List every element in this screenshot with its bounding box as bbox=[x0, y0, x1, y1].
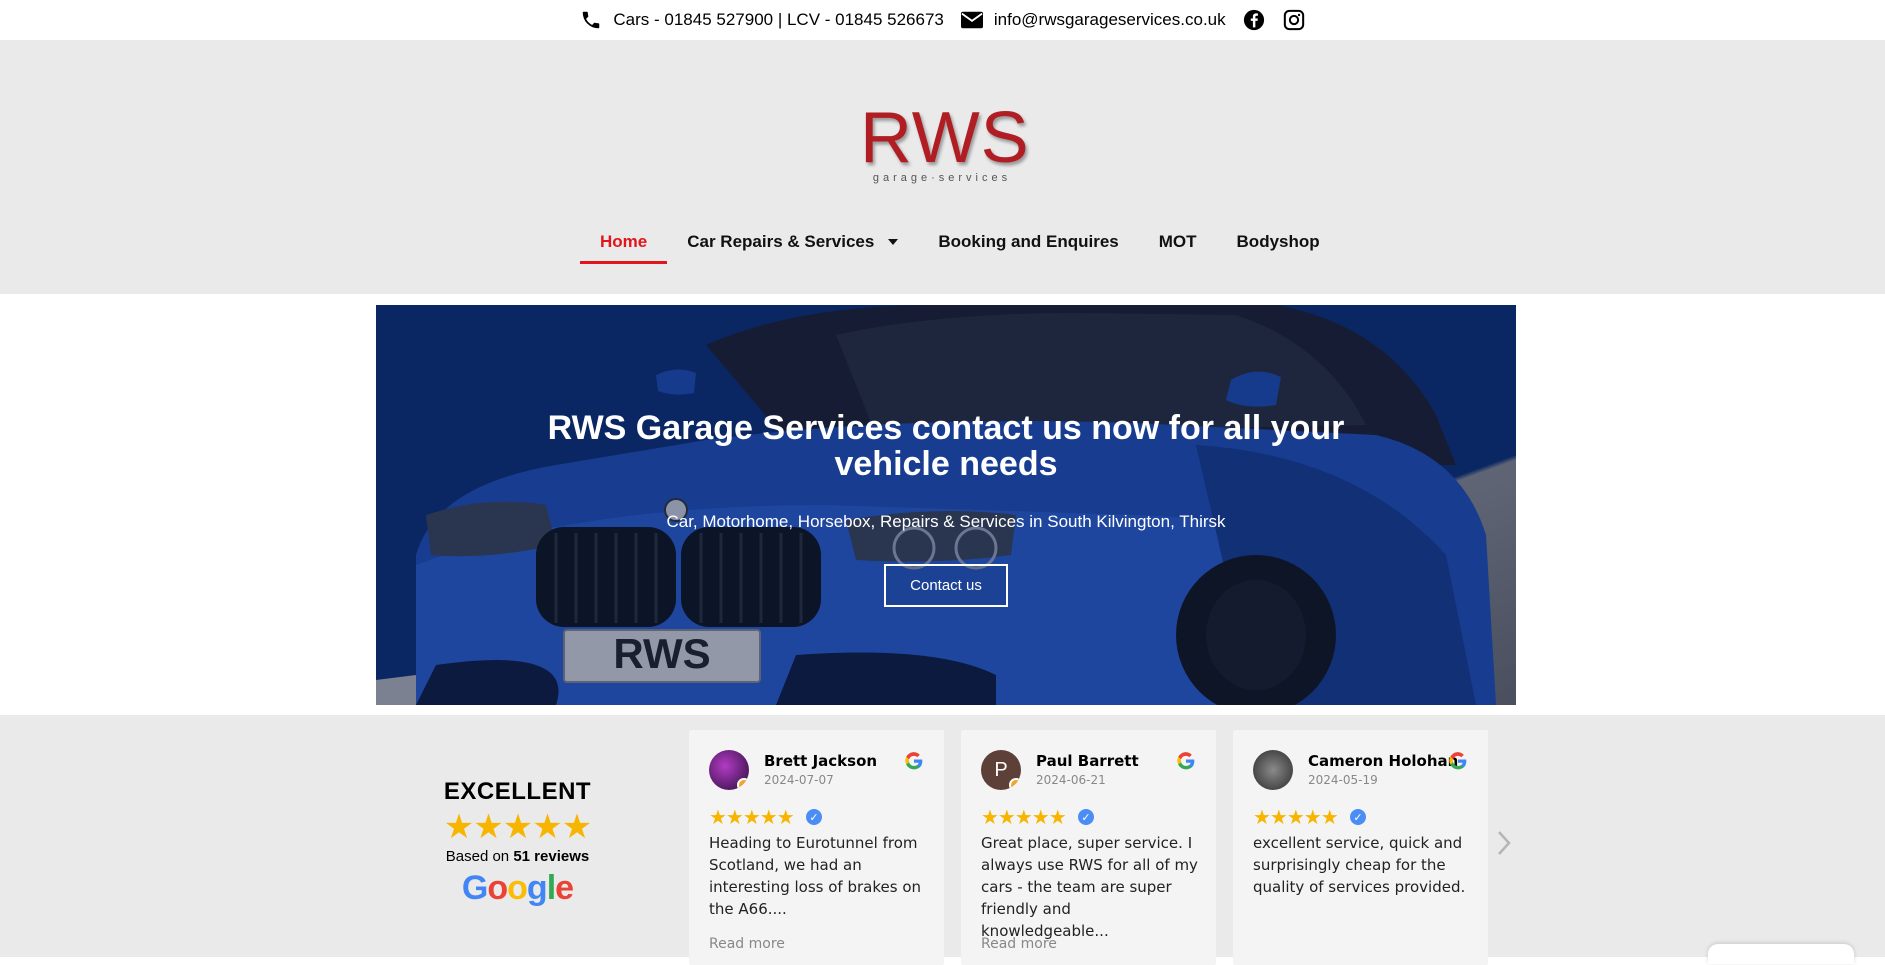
top-contact-bar: Cars - 01845 527900 | LCV - 01845 526673… bbox=[0, 0, 1885, 40]
google-logo: Google bbox=[461, 869, 574, 907]
nav-item-booking[interactable]: Booking and Enquires bbox=[918, 218, 1138, 266]
nav-item-bodyshop[interactable]: Bodyshop bbox=[1217, 218, 1340, 266]
review-stars: ★★★★★ bbox=[981, 807, 1067, 829]
site-logo[interactable]: RWS garage·services bbox=[860, 98, 1030, 186]
main-navigation: Home Car Repairs & Services Booking and … bbox=[580, 218, 1340, 266]
nav-label: Booking and Enquires bbox=[938, 232, 1119, 251]
floating-widget-tab[interactable] bbox=[1708, 944, 1854, 964]
verified-icon: ✓ bbox=[1078, 809, 1094, 825]
review-card: P Paul Barrett 2024-06-21 ★★★★★ ✓ Great … bbox=[961, 730, 1216, 965]
reviews-summary: EXCELLENT ★★★★★ Based on 51 reviews Goog… bbox=[420, 778, 615, 908]
nav-item-home[interactable]: Home bbox=[580, 218, 668, 266]
envelope-icon bbox=[960, 8, 984, 32]
phone-text: Cars - 01845 527900 | LCV - 01845 526673 bbox=[613, 10, 944, 29]
review-count[interactable]: 51 reviews bbox=[513, 848, 589, 865]
review-stars: ★★★★★ bbox=[709, 807, 795, 829]
nav-label: Home bbox=[600, 232, 648, 251]
summary-stars: ★★★★★ bbox=[443, 808, 592, 846]
nav-label: MOT bbox=[1158, 232, 1197, 251]
nav-label: Bodyshop bbox=[1236, 232, 1320, 251]
email-contact[interactable]: info@rwsgarageservices.co.uk bbox=[960, 8, 1226, 32]
phone-icon bbox=[579, 8, 603, 32]
verified-icon: ✓ bbox=[806, 809, 822, 825]
phone-contact[interactable]: Cars - 01845 527900 | LCV - 01845 526673 bbox=[579, 8, 944, 32]
reviewer-badge bbox=[737, 778, 749, 790]
avatar: P bbox=[981, 750, 1021, 790]
based-on-prefix: Based on bbox=[445, 848, 510, 865]
facebook-icon[interactable] bbox=[1242, 8, 1266, 32]
review-text: Great place, super service. I always use… bbox=[981, 834, 1198, 940]
reviewer-name: Brett Jackson bbox=[764, 752, 878, 770]
logo-mark: RWS bbox=[860, 98, 1030, 178]
review-date: 2024-06-21 bbox=[1036, 773, 1106, 787]
review-date: 2024-07-07 bbox=[764, 773, 834, 787]
hero-banner: RWS RWS Garage Services contact us now f… bbox=[376, 305, 1516, 705]
hero-title: RWS Garage Services contact us now for a… bbox=[547, 409, 1345, 483]
review-date: 2024-05-19 bbox=[1308, 773, 1378, 787]
review-card: Cameron Holohan 2024-05-19 ★★★★★ ✓ excel… bbox=[1233, 730, 1488, 965]
google-icon bbox=[905, 752, 923, 770]
review-text: excellent service, quick and surprisingl… bbox=[1253, 834, 1466, 896]
nav-label: Car Repairs & Services bbox=[687, 232, 875, 251]
contact-us-button[interactable]: Contact us bbox=[884, 564, 1008, 607]
avatar bbox=[709, 750, 749, 790]
chevron-down-icon bbox=[888, 239, 899, 245]
verified-icon: ✓ bbox=[1350, 809, 1366, 825]
based-on-text: Based on 51 reviews bbox=[420, 848, 615, 865]
reviewer-badge bbox=[1009, 778, 1021, 790]
review-text: Heading to Eurotunnel from Scotland, we … bbox=[709, 834, 922, 918]
reviewer-name: Paul Barrett bbox=[1036, 752, 1139, 770]
avatar-initial: P bbox=[994, 758, 1008, 781]
reviewer-name: Cameron Holohan bbox=[1308, 752, 1459, 770]
google-icon bbox=[1177, 752, 1195, 770]
rating-text: EXCELLENT bbox=[443, 778, 592, 805]
read-more-link[interactable]: Read more bbox=[981, 936, 1057, 952]
reviews-section: EXCELLENT ★★★★★ Based on 51 reviews Goog… bbox=[0, 715, 1885, 965]
logo-tagline: garage·services bbox=[872, 172, 1012, 184]
review-card: Brett Jackson 2024-07-07 ★★★★★ ✓ Heading… bbox=[689, 730, 944, 965]
review-stars: ★★★★★ bbox=[1253, 807, 1339, 829]
nav-item-mot[interactable]: MOT bbox=[1139, 218, 1217, 266]
instagram-icon[interactable] bbox=[1282, 8, 1306, 32]
email-text: info@rwsgarageservices.co.uk bbox=[993, 10, 1226, 29]
read-more-link[interactable]: Read more bbox=[709, 936, 785, 952]
nav-item-car-repairs[interactable]: Car Repairs & Services bbox=[667, 218, 918, 266]
avatar bbox=[1253, 750, 1293, 790]
hero-subtitle: Car, Motorhome, Horsebox, Repairs & Serv… bbox=[666, 512, 1226, 531]
google-icon bbox=[1449, 752, 1467, 770]
hero-overlay bbox=[376, 305, 1516, 705]
chevron-right-icon[interactable] bbox=[1494, 828, 1514, 858]
